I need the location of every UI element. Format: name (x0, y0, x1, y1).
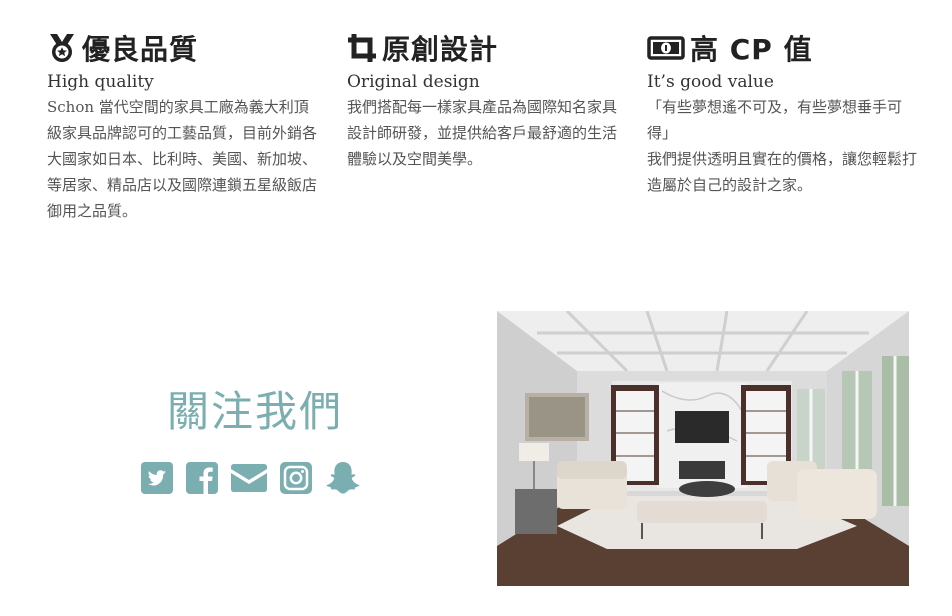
feature-header: 原創設計 (347, 30, 617, 66)
follow-us-heading: 關注我們 (166, 387, 343, 436)
feature-title: 優良品質 (82, 33, 199, 66)
feature-header: 高 CP 值 (647, 30, 917, 66)
feature-high-quality: 優良品質 High quality Schon 當代空間的家具工廠為義大利頂級家… (47, 30, 317, 224)
feature-paragraph: 我們搭配每一樣家具產品為國際知名家具設計師研發，並提供給客戶最舒適的生活體驗以及… (347, 98, 618, 168)
feature-quote: 「有些夢想遙不可及，有些夢想垂手可得」 (647, 98, 903, 142)
feature-subtitle: It’s good value (647, 72, 774, 92)
instagram-icon[interactable] (280, 460, 312, 496)
feature-original-design: 原創設計 Original design 我們搭配每一樣家具產品為國際知名家具設… (347, 30, 617, 172)
feature-title: 高 CP 值 (690, 33, 813, 66)
facebook-icon[interactable] (186, 460, 218, 496)
living-room-photo (497, 311, 909, 586)
feature-paragraph: Schon 當代空間的家具工廠為義大利頂級家具品牌認可的工藝品質，目前外銷各大國… (47, 98, 318, 220)
feature-header: 優良品質 (47, 30, 317, 66)
twitter-icon[interactable] (141, 460, 173, 496)
feature-description: Schon 當代空間的家具工廠為義大利頂級家具品牌認可的工藝品質，目前外銷各大國… (47, 94, 317, 224)
snapchat-icon[interactable] (325, 460, 361, 496)
feature-subtitle: Original design (347, 72, 480, 92)
email-icon[interactable] (231, 460, 267, 496)
social-links (141, 460, 361, 496)
feature-title: 原創設計 (382, 33, 499, 66)
feature-subtitle: High quality (47, 72, 154, 92)
money-bill-icon (647, 33, 685, 63)
feature-description: 「有些夢想遙不可及，有些夢想垂手可得」 我們提供透明且實在的價格，讓您輕鬆打造屬… (647, 94, 917, 198)
feature-description: 我們搭配每一樣家具產品為國際知名家具設計師研發，並提供給客戶最舒適的生活體驗以及… (347, 94, 617, 172)
feature-paragraph: 我們提供透明且實在的價格，讓您輕鬆打造屬於自己的設計之家。 (647, 150, 918, 194)
crop-icon (347, 33, 377, 63)
feature-good-value: 高 CP 值 It’s good value 「有些夢想遙不可及，有些夢想垂手可… (647, 30, 917, 198)
medal-icon (47, 33, 77, 63)
